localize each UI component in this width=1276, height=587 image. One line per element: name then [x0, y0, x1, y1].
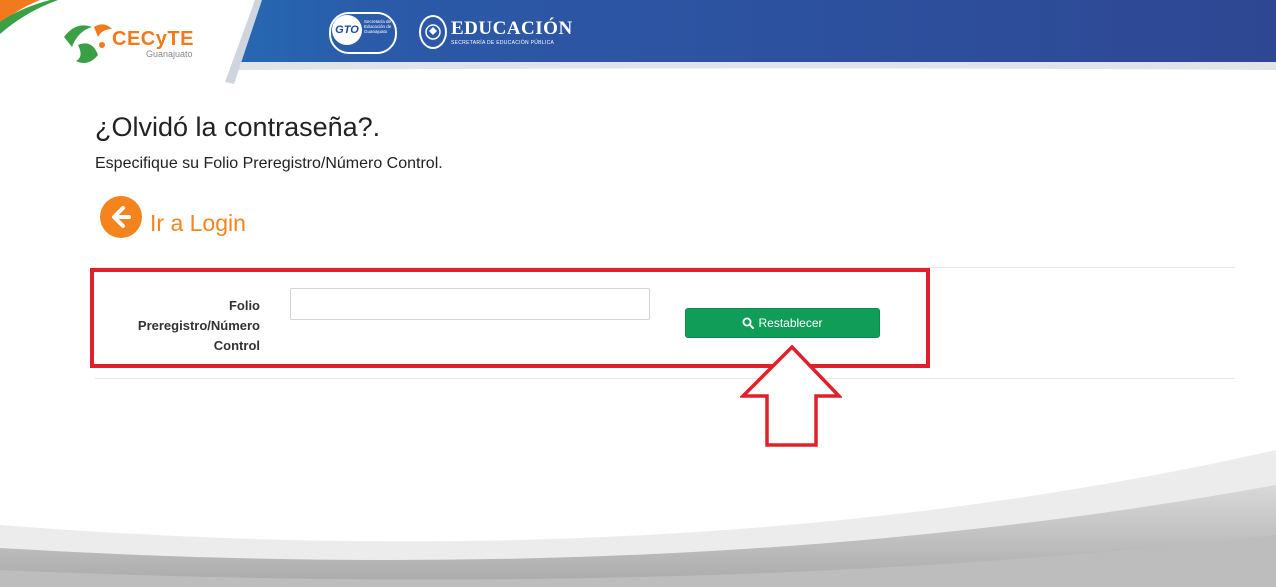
seal-eagle-icon — [425, 24, 441, 40]
gto-subtext: Secretaría de Educación de Guanajuato — [364, 19, 392, 34]
footer-decoration — [0, 450, 1276, 587]
page-subtitle: Especifique su Folio Preregistro/Número … — [95, 155, 443, 172]
back-to-login-link[interactable]: Ir a Login — [100, 195, 246, 239]
arrow-left-icon — [112, 206, 131, 228]
arrow-left-circle-icon — [100, 196, 142, 238]
page-title: ¿Olvidó la contraseña?. — [95, 112, 381, 142]
header-banner: CECyTE Guanajuato GTO Secretaría de Educ… — [0, 0, 1276, 90]
logo-subtext: Guanajuato — [146, 49, 193, 59]
form-divider-bottom — [95, 378, 1235, 379]
educacion-subtitle: SECRETARÍA DE EDUCACIÓN PÚBLICA — [451, 40, 555, 46]
mexico-seal-icon — [419, 15, 447, 49]
educacion-title: EDUCACIÓN — [451, 18, 573, 39]
gto-badge-text: GTO — [335, 24, 359, 36]
back-link-label: Ir a Login — [150, 209, 246, 236]
logo-text: CECyTE — [112, 28, 194, 50]
